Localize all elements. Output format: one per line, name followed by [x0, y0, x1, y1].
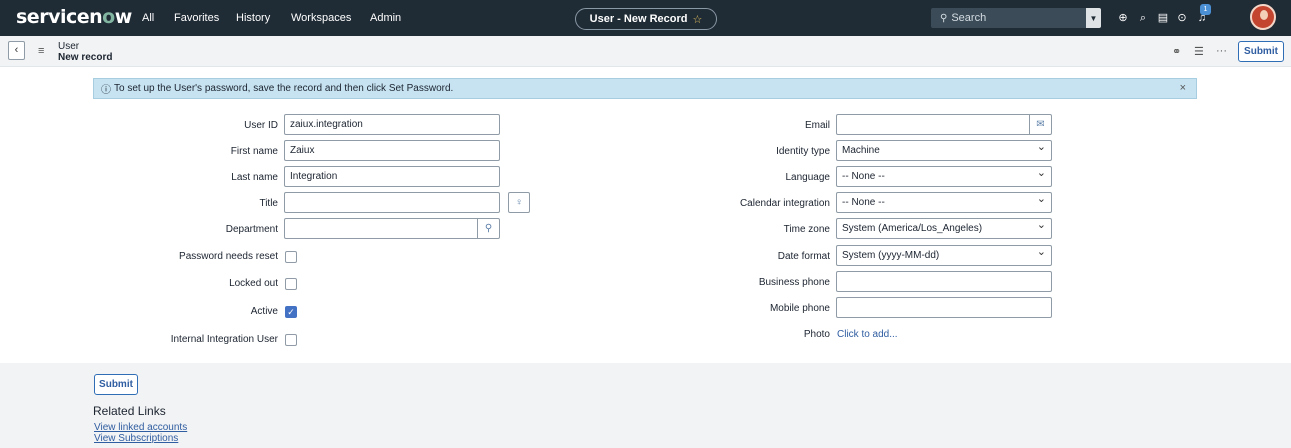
info-icon: ⓘ	[101, 85, 111, 96]
password-needs-reset-checkbox[interactable]	[285, 251, 297, 263]
calendar-integration-select[interactable]: -- None --	[836, 190, 1052, 213]
active-label: Active	[250, 306, 278, 317]
department-label: Department	[225, 224, 278, 235]
top-navigation-bar: servicenow All Favorites History Workspa…	[0, 0, 1291, 36]
language-label: Language	[785, 172, 831, 183]
search-placeholder: Search	[951, 12, 987, 24]
user-id-label: User ID	[244, 120, 278, 131]
first-name-label: First name	[230, 146, 278, 157]
business-phone-input[interactable]	[836, 271, 1052, 292]
submit-button-top[interactable]: Submit	[1238, 41, 1284, 62]
mobile-phone-input[interactable]	[836, 297, 1052, 318]
date-format-select[interactable]: System (yyyy-MM-dd)	[836, 243, 1052, 266]
close-icon[interactable]: ×	[1180, 82, 1186, 94]
first-name-input[interactable]: Zaiux	[284, 140, 500, 161]
locked-out-label: Locked out	[229, 278, 278, 289]
nav-admin[interactable]: Admin	[370, 12, 401, 24]
nav-all[interactable]: All	[142, 12, 154, 24]
breadcrumb-record: New record	[58, 52, 113, 63]
record-title: User - New Record	[589, 13, 688, 25]
user-avatar[interactable]	[1250, 4, 1276, 30]
info-message-text: To set up the User's password, save the …	[114, 83, 454, 94]
calendar-integration-label: Calendar integration	[739, 198, 830, 209]
last-name-label: Last name	[231, 172, 278, 183]
active-checkbox[interactable]: ✓	[285, 306, 297, 318]
mobile-phone-label: Mobile phone	[769, 303, 830, 314]
personalize-icon[interactable]: ☰	[1194, 45, 1204, 58]
notification-badge: 1	[1200, 4, 1211, 15]
lookup-search-icon[interactable]: ⚲	[477, 219, 499, 238]
time-zone-label: Time zone	[783, 224, 830, 235]
nav-favorites[interactable]: Favorites	[174, 12, 219, 24]
password-needs-reset-label: Password needs reset	[179, 251, 278, 262]
nav-history[interactable]: History	[236, 12, 270, 24]
form-footer	[0, 363, 1291, 448]
lightbulb-icon[interactable]: ♀	[508, 192, 530, 213]
identity-type-select[interactable]: Machine	[836, 138, 1052, 161]
search-scope-dropdown[interactable]: ▼	[1086, 8, 1101, 28]
globe-icon[interactable]: ⊕	[1116, 11, 1130, 25]
photo-label: Photo	[803, 329, 830, 340]
email-label: Email	[804, 120, 830, 131]
mail-icon[interactable]: ✉	[1029, 115, 1051, 134]
servicenow-logo[interactable]: servicenow	[16, 6, 132, 28]
list-icon[interactable]: ▤	[1156, 11, 1170, 25]
search-icon: ⚲	[940, 12, 948, 24]
attachment-icon[interactable]: ⚭	[1172, 45, 1181, 58]
business-phone-label: Business phone	[758, 277, 830, 288]
view-subscriptions-link[interactable]: View Subscriptions	[94, 433, 178, 444]
global-search[interactable]: ⚲ Search ▼	[931, 8, 1101, 28]
internal-integration-user-label: Internal Integration User	[170, 334, 278, 345]
nav-workspaces[interactable]: Workspaces	[291, 12, 351, 24]
info-message: ⓘ To set up the User's password, save th…	[93, 78, 1197, 99]
star-icon[interactable]: ☆	[692, 13, 702, 26]
language-select[interactable]: -- None --	[836, 164, 1052, 187]
title-input[interactable]	[284, 192, 500, 213]
identity-type-label: Identity type	[776, 146, 830, 157]
context-menu-icon[interactable]: ≡	[38, 45, 44, 57]
related-links-title: Related Links	[93, 404, 166, 418]
internal-integration-user-checkbox[interactable]	[285, 334, 297, 346]
photo-add-link[interactable]: Click to add...	[837, 329, 898, 340]
date-format-label: Date format	[777, 251, 830, 262]
user-id-input[interactable]: zaiux.integration	[284, 114, 500, 135]
breadcrumb-table: User	[58, 41, 80, 52]
form-header-bar	[0, 36, 1291, 67]
locked-out-checkbox[interactable]	[285, 278, 297, 290]
chat-icon[interactable]: ⌕	[1136, 11, 1150, 25]
time-zone-select[interactable]: System (America/Los_Angeles)	[836, 216, 1052, 239]
submit-button-bottom[interactable]: Submit	[94, 374, 138, 395]
more-options-icon[interactable]: ···	[1216, 45, 1227, 57]
department-input[interactable]: ⚲	[284, 218, 500, 239]
title-label: Title	[259, 198, 278, 209]
help-icon[interactable]: ⊙	[1175, 11, 1189, 25]
record-title-pill[interactable]: User - New Record ☆	[575, 8, 717, 30]
email-input[interactable]: ✉	[836, 114, 1052, 135]
view-linked-accounts-link[interactable]: View linked accounts	[94, 422, 187, 433]
back-button[interactable]: ‹	[8, 41, 25, 60]
last-name-input[interactable]: Integration	[284, 166, 500, 187]
